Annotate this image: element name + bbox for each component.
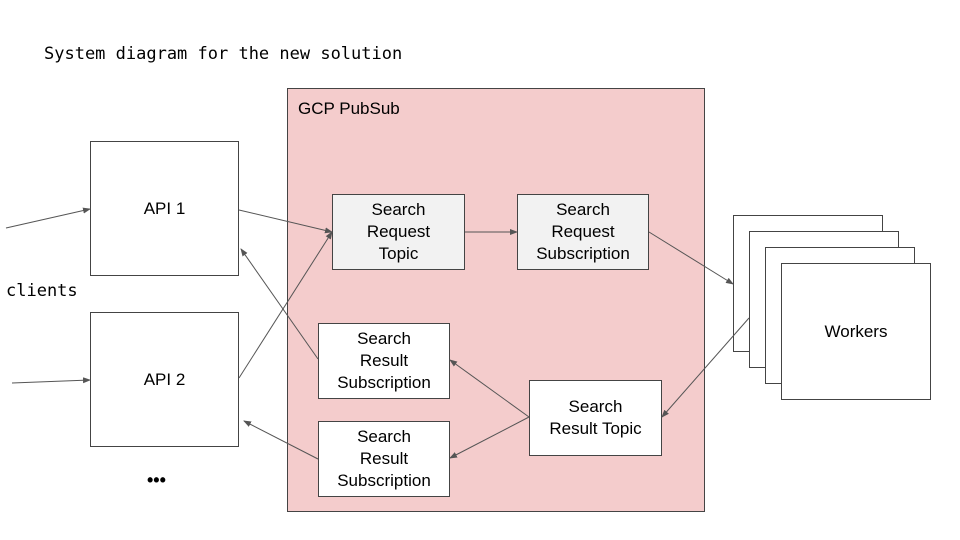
box-line: Search [568,397,623,416]
box-line: Result [359,449,409,468]
box-line: Topic [378,244,419,263]
box-line: Result [359,351,409,370]
workers-label: Workers [824,321,888,341]
search-result-subscription-1-box[interactable]: Search Result Subscription [318,323,450,399]
box-line: Search [556,200,610,219]
search-result-topic-box[interactable]: Search Result Topic [529,380,662,456]
search-request-subscription-box[interactable]: Search Request Subscription [517,194,649,270]
arrow-client-to-api-2 [11,377,91,384]
box-line: Subscription [337,373,431,392]
arrow-client-to-api-1 [5,207,91,229]
box-line: Subscription [536,244,630,263]
box-line: Request [551,222,615,241]
box-line: Search [357,329,411,348]
api-2-box[interactable]: API 2 [90,312,239,447]
box-line: Search [371,200,426,219]
api-1-box[interactable]: API 1 [90,141,239,276]
more-apis-ellipsis: ••• [147,470,166,490]
api-1-label: API 1 [143,198,186,218]
api-2-label: API 2 [143,369,186,389]
clients-label: clients [6,281,78,301]
box-line: Result Topic [549,419,642,438]
box-line: Request [366,222,431,241]
box-line: Subscription [337,471,431,490]
workers-box[interactable]: Workers [781,263,931,400]
search-result-subscription-2-box[interactable]: Search Result Subscription [318,421,450,497]
diagram-title: System diagram for the new solution [44,44,403,64]
box-line: Search [357,427,411,446]
search-request-topic-box[interactable]: Search Request Topic [332,194,465,270]
pubsub-label: GCP PubSub [298,99,400,118]
